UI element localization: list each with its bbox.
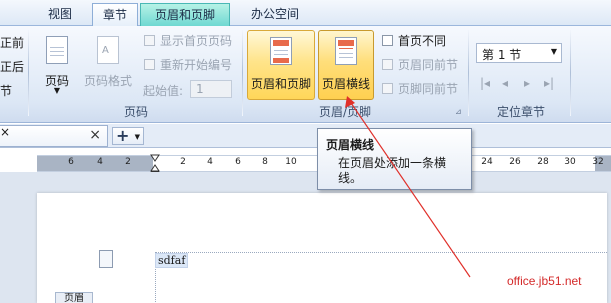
annotation-arrow [345,96,471,278]
watermark: office.jb51.net [507,274,582,288]
